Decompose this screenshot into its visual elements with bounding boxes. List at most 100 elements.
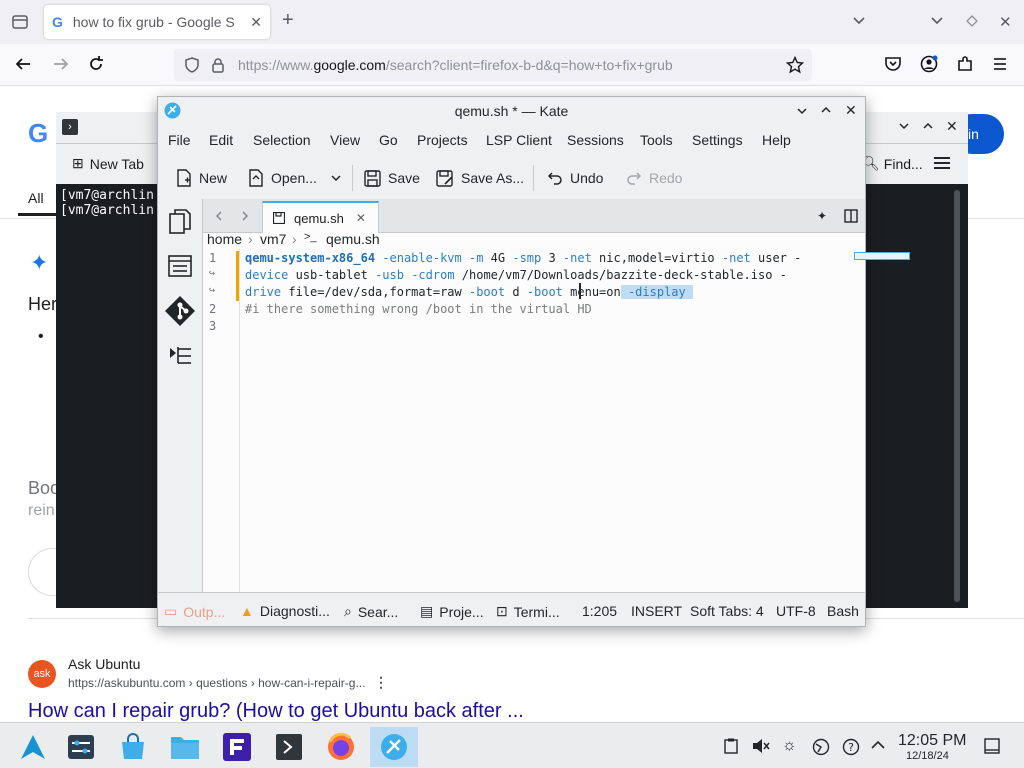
network-icon[interactable] — [812, 738, 830, 756]
kate-window: qemu.sh * — Kate ✕ File Edit Selection V… — [157, 96, 910, 627]
konsole-find-button[interactable]: 🔍︎ Find... — [862, 155, 923, 172]
save-as-button[interactable]: Save As... — [436, 163, 524, 193]
cursor-position[interactable]: 1:205 — [582, 603, 617, 619]
new-tab-icon[interactable]: + — [282, 9, 294, 32]
undo-button[interactable]: Undo — [547, 163, 603, 193]
language-mode[interactable]: Bash — [827, 603, 859, 619]
symbols-tree-icon[interactable] — [169, 344, 193, 366]
indentation-setting[interactable]: Soft Tabs: 4 — [690, 603, 764, 619]
menu-sessions[interactable]: Sessions — [567, 132, 624, 148]
maximize-icon[interactable] — [820, 104, 832, 116]
open-recent-dropdown[interactable] — [330, 163, 342, 193]
code-line-1-wrap-1: device usb-tablet -usb -cdrom /home/vm7/… — [245, 268, 787, 282]
menu-tools[interactable]: Tools — [640, 132, 673, 148]
more-options-icon[interactable]: ⋮ — [374, 674, 388, 691]
firefox-icon[interactable] — [320, 727, 362, 767]
chevron-left-icon[interactable] — [213, 210, 225, 222]
konsole-new-tab-button[interactable]: ⊞ New Tab — [72, 155, 144, 172]
brightness-icon[interactable]: ☼ — [782, 737, 797, 755]
menu-selection[interactable]: Selection — [253, 132, 311, 148]
browser-tab-active[interactable]: G how to fix grub - Google S ✕ — [44, 5, 270, 39]
menu-view[interactable]: View — [330, 132, 360, 148]
volume-muted-icon[interactable] — [752, 738, 770, 754]
extensions-icon[interactable] — [956, 55, 974, 73]
forward-icon[interactable] — [52, 55, 70, 73]
kate-taskbar-icon[interactable] — [370, 727, 418, 767]
close-window-icon[interactable]: ✕ — [999, 13, 1012, 31]
menu-file[interactable]: File — [168, 132, 191, 148]
shield-icon[interactable] — [184, 57, 200, 73]
breadcrumb-vm7[interactable]: vm7 — [260, 231, 286, 247]
close-tab-icon[interactable]: ✕ — [356, 211, 366, 225]
maximize-icon[interactable] — [922, 120, 934, 132]
minimize-icon[interactable] — [930, 14, 944, 28]
discover-store-icon[interactable] — [112, 727, 154, 767]
hamburger-menu-icon[interactable] — [934, 156, 950, 170]
account-icon[interactable] — [920, 55, 938, 73]
close-icon[interactable]: ✕ — [946, 118, 958, 135]
menu-hamburger-icon[interactable] — [992, 56, 1008, 72]
close-tab-icon[interactable]: ✕ — [250, 14, 262, 31]
clock-time[interactable]: 12:05 PM — [898, 732, 966, 750]
clipboard-icon[interactable] — [724, 738, 738, 754]
clock-date[interactable]: 12/18/24 — [906, 750, 949, 762]
konsole-taskbar-icon[interactable] — [268, 727, 310, 767]
close-icon[interactable]: ✕ — [845, 102, 857, 119]
result-url[interactable]: https://askubuntu.com › questions › how-… — [68, 676, 365, 690]
diagnostics-panel-button[interactable]: ▲ Diagnosti... — [240, 603, 330, 619]
menu-lsp-client[interactable]: LSP Client — [486, 132, 552, 148]
app-launcher-icon[interactable] — [12, 727, 54, 767]
menu-settings[interactable]: Settings — [692, 132, 743, 148]
bookmark-star-icon[interactable] — [786, 56, 804, 74]
terminal-panel-button[interactable]: ⊡ Termi... — [496, 603, 560, 620]
output-panel-button[interactable]: ▭ Outp... — [164, 603, 225, 620]
breadcrumb-home[interactable]: home — [207, 231, 242, 247]
konsole-scrollbar[interactable] — [954, 190, 960, 602]
url-text[interactable]: https://www.google.com/search?client=fir… — [238, 57, 673, 73]
pocket-icon[interactable] — [884, 55, 902, 73]
breadcrumb-file[interactable]: qemu.sh — [326, 231, 380, 247]
new-button[interactable]: New — [176, 163, 227, 193]
maximize-icon[interactable] — [965, 14, 979, 28]
input-mode[interactable]: INSERT — [631, 603, 682, 619]
fsearch-app-icon[interactable] — [216, 727, 258, 767]
open-button[interactable]: Open... — [248, 163, 317, 193]
menu-projects[interactable]: Projects — [417, 132, 468, 148]
split-view-icon[interactable] — [844, 209, 858, 223]
system-settings-icon[interactable] — [60, 727, 102, 767]
projects-panel-button[interactable]: ▤ Proje... — [420, 603, 484, 620]
chevron-down-icon[interactable] — [852, 14, 866, 28]
help-icon[interactable]: ? — [842, 738, 860, 756]
quick-open-icon[interactable]: ✦ — [817, 209, 827, 223]
reload-icon[interactable] — [87, 55, 105, 73]
menu-go[interactable]: Go — [379, 132, 398, 148]
browser-tab-bar: G how to fix grub - Google S ✕ + ✕ — [0, 0, 1024, 44]
code-line-2: #i there something wrong /boot in the vi… — [245, 302, 592, 316]
minimize-icon[interactable] — [796, 105, 808, 117]
menu-edit[interactable]: Edit — [209, 132, 233, 148]
documents-icon[interactable] — [168, 209, 192, 235]
document-tab-qemu-sh[interactable]: qemu.sh ✕ — [262, 201, 379, 233]
minimap[interactable] — [854, 252, 910, 260]
result-title-link[interactable]: How can I repair grub? (How to get Ubunt… — [28, 700, 524, 723]
back-icon[interactable] — [14, 55, 32, 73]
save-button[interactable]: Save — [364, 163, 420, 193]
search-tab-all[interactable]: All — [28, 190, 44, 206]
show-desktop-icon[interactable] — [984, 738, 1000, 754]
url-bar[interactable]: https://www.google.com/search?client=fir… — [174, 49, 812, 81]
tab-list-icon[interactable] — [12, 14, 28, 30]
chevron-up-icon[interactable] — [871, 739, 885, 751]
google-logo-partial[interactable]: G — [28, 118, 48, 149]
result-site-name[interactable]: Ask Ubuntu — [68, 656, 140, 672]
file-manager-icon[interactable] — [164, 727, 206, 767]
search-panel-button[interactable]: ⌕ Sear... — [344, 603, 398, 620]
projects-list-icon[interactable] — [168, 255, 192, 277]
redo-button[interactable]: Redo — [626, 163, 682, 193]
code-editor[interactable]: 1 ↪ ↪ 2 3 qemu-system-x86_64 -enable-kvm… — [203, 249, 910, 592]
lock-icon[interactable] — [210, 57, 226, 73]
chevron-right-icon[interactable] — [239, 210, 251, 222]
encoding-setting[interactable]: UTF-8 — [776, 603, 816, 619]
chevron-down-icon[interactable] — [898, 120, 910, 132]
menu-help[interactable]: Help — [762, 132, 791, 148]
git-icon[interactable] — [164, 295, 196, 327]
